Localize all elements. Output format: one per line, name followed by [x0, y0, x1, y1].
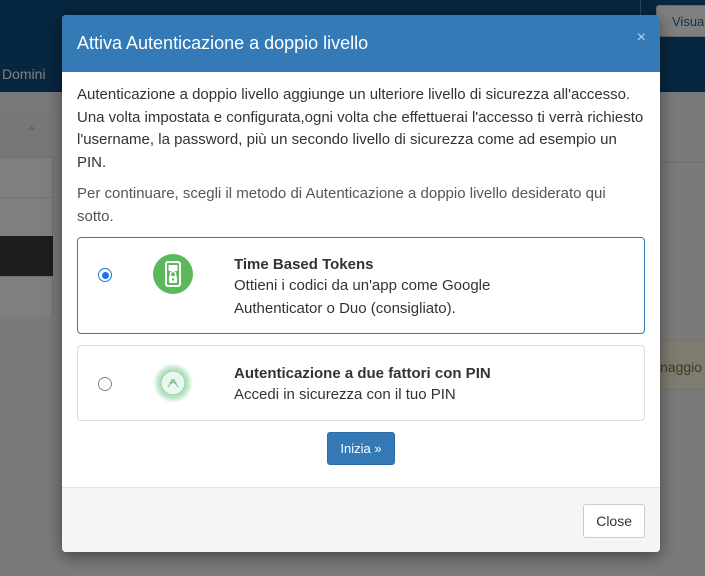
- modal-title: Attiva Autenticazione a doppio livello: [77, 33, 369, 53]
- start-button[interactable]: Inizia »: [327, 432, 395, 465]
- instruction-text: Per continuare, scegli il metodo di Aute…: [77, 185, 606, 225]
- pin-fingerprint-icon: [153, 363, 193, 411]
- option-description: Ottieni i codici da un'app come Google A…: [234, 277, 491, 317]
- radio-pin[interactable]: [98, 377, 112, 391]
- option-title: Time Based Tokens: [234, 256, 374, 273]
- two-factor-modal: Attiva Autenticazione a doppio livello ×…: [62, 15, 660, 552]
- option-time-based-tokens[interactable]: Time Based Tokens Ottieni i codici da un…: [77, 237, 645, 334]
- option-description: Accedi in sicurezza con il tuo PIN: [234, 386, 456, 403]
- modal-header: Attiva Autenticazione a doppio livello ×: [62, 15, 660, 72]
- close-button[interactable]: Close: [583, 504, 645, 538]
- modal-footer: Close: [62, 487, 660, 552]
- option-title: Autenticazione a due fattori con PIN: [234, 365, 491, 382]
- option-pin[interactable]: Autenticazione a due fattori con PIN Acc…: [77, 345, 645, 421]
- start-row: Inizia »: [77, 432, 645, 465]
- radio-time-based-tokens[interactable]: [98, 268, 112, 282]
- intro-text: Autenticazione a doppio livello aggiunge…: [77, 86, 644, 171]
- close-icon[interactable]: ×: [637, 29, 646, 47]
- phone-lock-icon: [153, 254, 193, 302]
- modal-body: Autenticazione a doppio livello aggiunge…: [62, 72, 660, 465]
